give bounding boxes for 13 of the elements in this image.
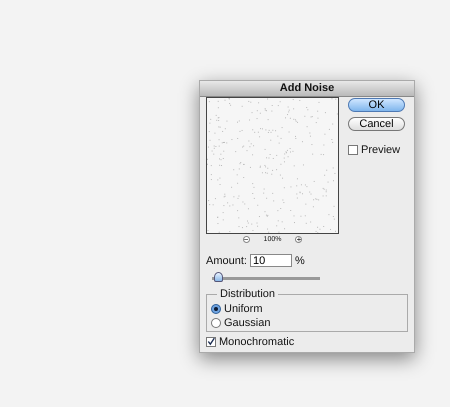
- ok-button[interactable]: OK: [348, 98, 405, 112]
- zoom-in-button[interactable]: +: [295, 236, 302, 243]
- amount-field[interactable]: 10: [250, 254, 292, 267]
- checkbox-label: Preview: [361, 144, 400, 156]
- window-title: Add Noise: [200, 81, 414, 97]
- group-title: Distribution: [217, 288, 278, 300]
- cancel-button[interactable]: Cancel: [348, 117, 405, 131]
- radio-label: Uniform: [224, 303, 263, 315]
- checkbox-label: Monochromatic: [219, 336, 294, 348]
- zoom-out-button[interactable]: −: [242, 236, 250, 243]
- unit-label: %: [294, 254, 305, 266]
- amount-label: Amount:: [206, 254, 247, 266]
- radio-label: Gaussian: [224, 317, 270, 329]
